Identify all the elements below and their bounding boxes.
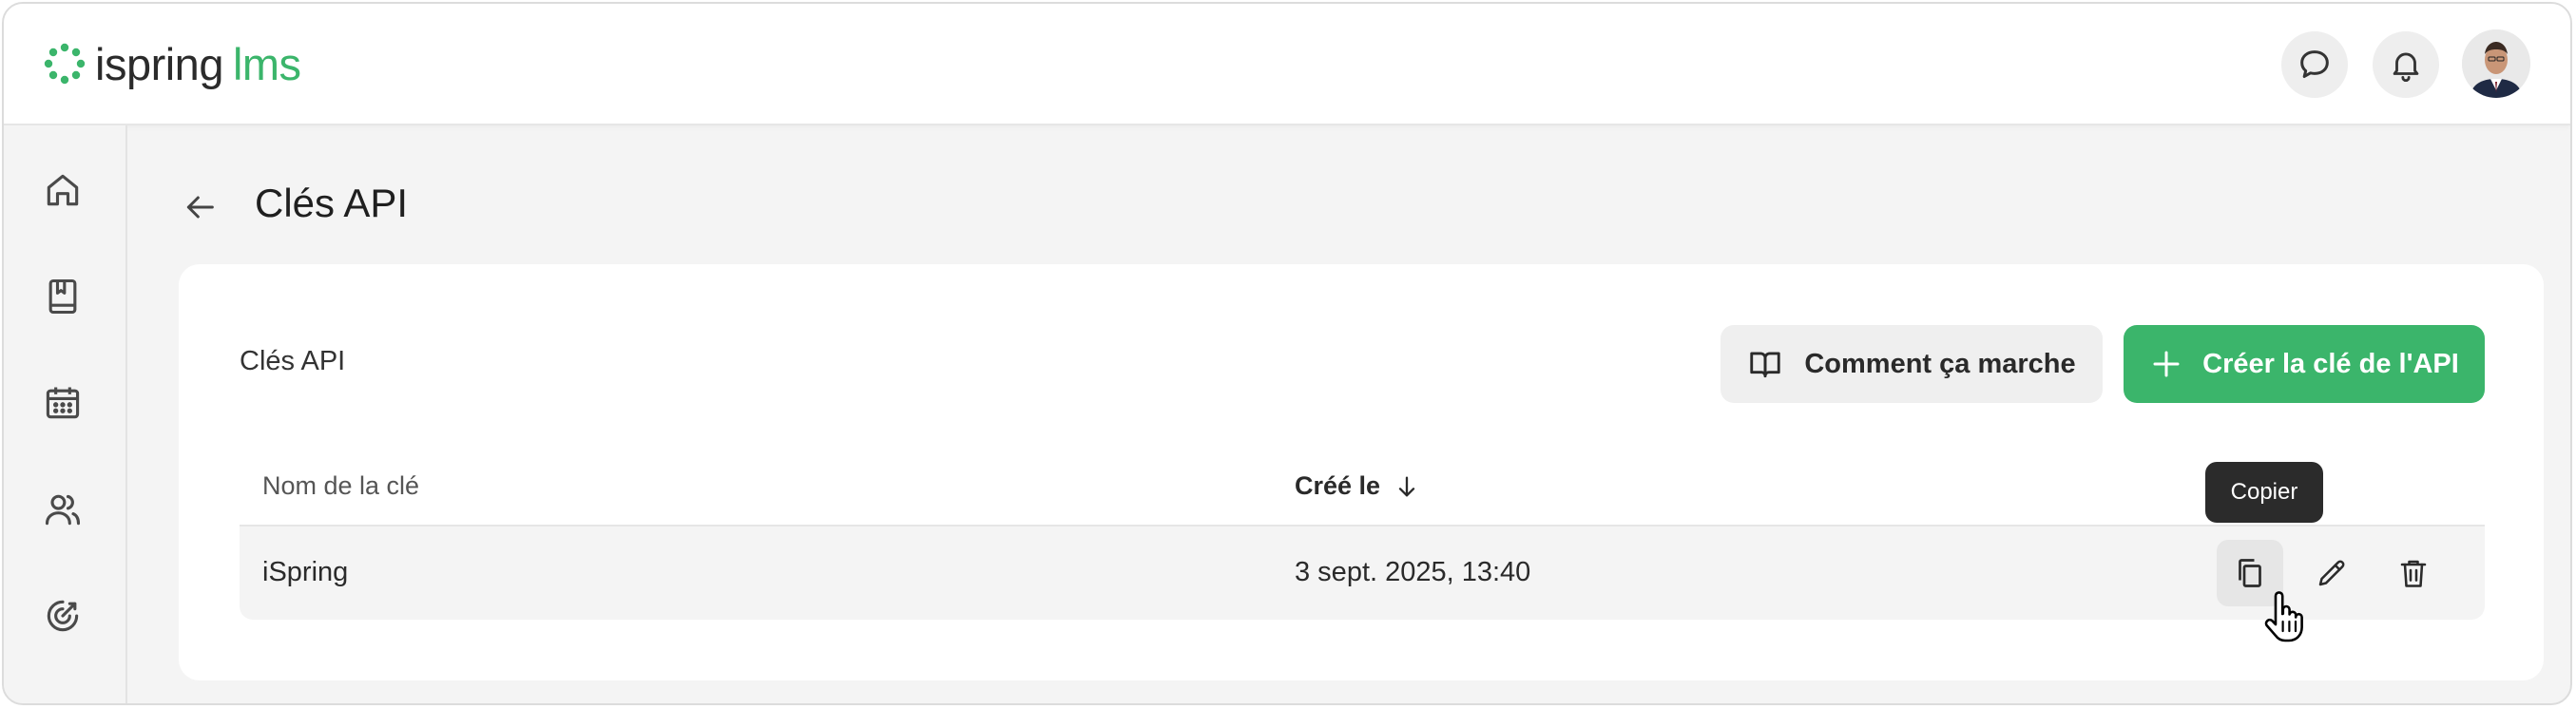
created-date-cell: 3 sept. 2025, 13:40 bbox=[1295, 557, 1531, 587]
logo[interactable]: ispring lms bbox=[44, 38, 301, 89]
sidebar-item-users[interactable] bbox=[34, 481, 91, 538]
api-keys-card: Clés API Comment ça marche Créer la clé … bbox=[179, 264, 2544, 680]
delete-button[interactable] bbox=[2380, 540, 2447, 606]
page-title: Clés API bbox=[255, 181, 409, 225]
column-header-created[interactable]: Créé le bbox=[1295, 471, 1420, 501]
create-api-key-button[interactable]: Créer la clé de l'API bbox=[2124, 325, 2485, 403]
card-title: Clés API bbox=[240, 346, 346, 376]
how-it-works-label: Comment ça marche bbox=[1804, 348, 2076, 379]
pencil-icon bbox=[2318, 560, 2345, 586]
sidebar bbox=[4, 125, 127, 703]
arrow-left-icon bbox=[186, 196, 214, 219]
users-icon bbox=[45, 494, 81, 526]
sidebar-item-calendar[interactable] bbox=[34, 374, 91, 431]
trash-icon bbox=[2400, 560, 2427, 587]
top-bar: ispring lms bbox=[4, 4, 2570, 125]
column-header-created-label: Créé le bbox=[1295, 471, 1381, 500]
table-row[interactable]: iSpring 3 sept. 2025, 13:40 bbox=[240, 527, 2485, 620]
key-name-cell: iSpring bbox=[262, 557, 349, 587]
avatar-image bbox=[2462, 29, 2530, 98]
column-header-name[interactable]: Nom de la clé bbox=[262, 471, 419, 501]
open-book-icon bbox=[1750, 352, 1781, 378]
hand-cursor-icon bbox=[2264, 591, 2303, 642]
chat-button[interactable] bbox=[2281, 31, 2348, 98]
book-icon bbox=[48, 278, 77, 315]
plus-icon bbox=[2153, 351, 2180, 377]
logo-word: ispring bbox=[95, 38, 223, 89]
calendar-icon bbox=[46, 387, 80, 419]
copy-icon bbox=[2239, 559, 2261, 587]
sidebar-item-goals[interactable] bbox=[34, 587, 91, 644]
sidebar-item-library[interactable] bbox=[34, 268, 91, 325]
create-api-key-label: Créer la clé de l'API bbox=[2202, 348, 2459, 379]
sidebar-item-home[interactable] bbox=[34, 162, 91, 219]
logo-text: ispring lms bbox=[95, 38, 301, 90]
user-avatar[interactable] bbox=[2462, 29, 2530, 98]
notifications-button[interactable] bbox=[2373, 31, 2439, 98]
logo-accent: lms bbox=[232, 38, 301, 89]
home-icon bbox=[47, 174, 79, 206]
target-icon bbox=[47, 600, 79, 632]
copy-tooltip: Copier bbox=[2205, 462, 2323, 523]
logo-icon bbox=[44, 43, 86, 85]
sort-down-icon bbox=[1398, 476, 1415, 496]
bell-icon bbox=[2393, 52, 2419, 82]
edit-button[interactable] bbox=[2298, 540, 2365, 606]
chat-icon bbox=[2300, 50, 2329, 78]
back-button[interactable] bbox=[175, 182, 224, 232]
how-it-works-button[interactable]: Comment ça marche bbox=[1721, 325, 2103, 403]
app-window: ispring lms Clés API Clés API Comment ça… bbox=[2, 2, 2572, 705]
